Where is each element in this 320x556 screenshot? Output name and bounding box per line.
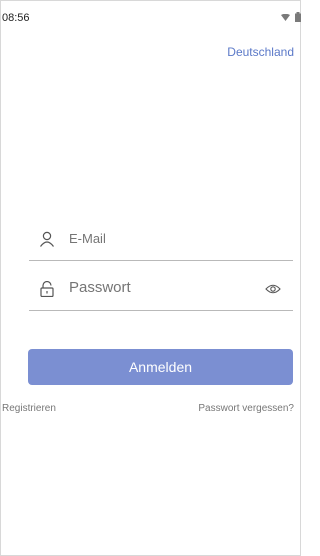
status-time: 08:56 xyxy=(2,12,30,24)
status-bar: 08:56 xyxy=(1,1,302,27)
register-link[interactable]: Registrieren xyxy=(2,403,56,414)
email-input[interactable] xyxy=(69,231,249,246)
region-selector[interactable]: Deutschland xyxy=(227,45,294,59)
status-icons xyxy=(281,12,301,22)
password-input[interactable] xyxy=(69,279,239,296)
lock-icon xyxy=(40,281,54,297)
app-screen: 08:56 Deutschland Anmel xyxy=(0,0,301,556)
user-icon xyxy=(40,231,54,247)
login-button[interactable]: Anmelden xyxy=(28,349,293,385)
forgot-password-link[interactable]: Passwort vergessen? xyxy=(198,403,294,414)
wifi-icon xyxy=(281,13,290,21)
battery-icon xyxy=(295,12,301,22)
password-field xyxy=(29,269,293,311)
email-field xyxy=(29,219,293,261)
eye-icon[interactable] xyxy=(265,282,281,296)
